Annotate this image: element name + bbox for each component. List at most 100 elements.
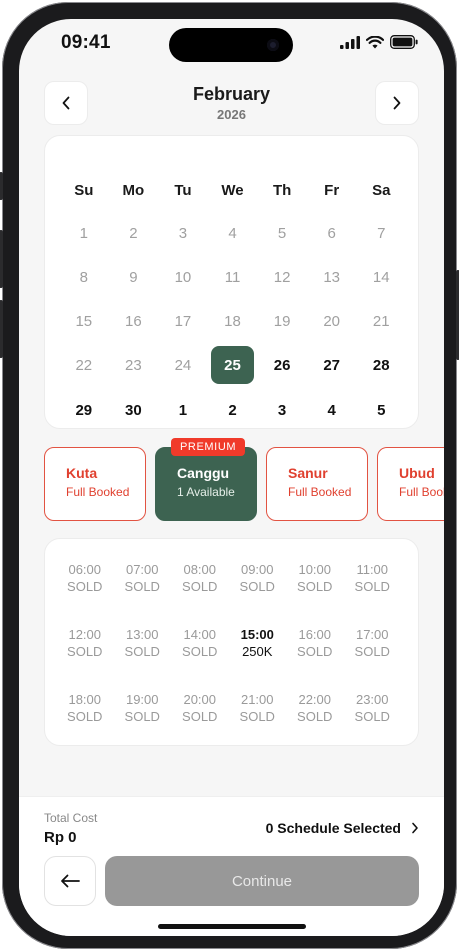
calendar-day[interactable]: 28 (356, 347, 406, 383)
next-month-button[interactable] (375, 81, 419, 125)
slot-status: SOLD (67, 644, 103, 659)
slot-status: SOLD (182, 579, 218, 594)
calendar-day[interactable]: 3 (257, 392, 307, 428)
time-slot[interactable]: 07:00 SOLD (114, 561, 172, 601)
calendar-day[interactable]: 20 (307, 303, 357, 339)
location-status: Full Booked (66, 485, 130, 499)
calendar-day[interactable]: 21 (356, 303, 406, 339)
slot-time: 09:00 (240, 562, 274, 577)
premium-badge: PREMIUM (171, 438, 246, 456)
slot-time: 16:00 (298, 627, 332, 642)
location-option-ubud[interactable]: Ubud Full Booked (377, 447, 444, 521)
calendar-day[interactable]: 1 (59, 215, 109, 251)
location-status: Full Booked (399, 485, 444, 499)
slot-status: SOLD (297, 644, 333, 659)
selected-calendar-day[interactable]: 25 (211, 346, 255, 384)
calendar-day[interactable]: 14 (356, 259, 406, 295)
time-slot[interactable]: 13:00 SOLD (114, 626, 172, 666)
calendar-day[interactable]: 15 (59, 303, 109, 339)
slot-time: 18:00 (68, 692, 102, 707)
month-header: February 2026 (44, 81, 419, 125)
calendar-day[interactable]: 30 (109, 392, 159, 428)
calendar-week-row: 29 30 1 2 3 4 5 (59, 392, 406, 428)
time-slot-row: 12:00 SOLD 13:00 SOLD 14:00 SOLD 15:00 250K … (56, 626, 409, 666)
total-cost-value: Rp 0 (44, 829, 77, 846)
calendar-day[interactable]: 16 (109, 303, 159, 339)
calendar-day[interactable]: 17 (158, 303, 208, 339)
time-slot[interactable]: 19:00 SOLD (114, 691, 172, 731)
calendar-day[interactable]: 9 (109, 259, 159, 295)
calendar-day[interactable]: 7 (356, 215, 406, 251)
calendar-day[interactable]: 5 (257, 215, 307, 251)
screen: 09:41 February 2026 Su Mo Tu We Th Fr Sa… (19, 19, 444, 936)
status-bar: 09:41 (19, 19, 444, 69)
location-option-kuta[interactable]: Kuta Full Booked (44, 447, 146, 521)
calendar-day[interactable]: 4 (208, 215, 258, 251)
available-time-slot[interactable]: 15:00 250K (229, 626, 287, 666)
location-option-canggu[interactable]: PREMIUM Canggu 1 Available (155, 438, 257, 521)
calendar-day[interactable]: 5 (356, 392, 406, 428)
action-button (0, 172, 3, 200)
slot-time: 23:00 (355, 692, 389, 707)
continue-button[interactable]: Continue (105, 856, 419, 906)
time-slot[interactable]: 22:00 SOLD (286, 691, 344, 731)
month-title: February (192, 84, 271, 104)
location-name: Sanur (288, 465, 328, 481)
calendar-day[interactable]: 13 (307, 259, 357, 295)
chevron-right-icon (393, 96, 401, 110)
calendar-day[interactable]: 18 (208, 303, 258, 339)
location-option-sanur[interactable]: Sanur Full Booked (266, 447, 368, 521)
calendar-day[interactable]: 2 (109, 215, 159, 251)
slot-status: SOLD (124, 644, 160, 659)
calendar-day[interactable]: 12 (257, 259, 307, 295)
slot-status: SOLD (67, 709, 103, 724)
time-slot[interactable]: 23:00 SOLD (344, 691, 402, 731)
month-year: 2026 (217, 107, 246, 122)
weekday-header-row: Su Mo Tu We Th Fr Sa (59, 172, 406, 208)
calendar-day[interactable]: 26 (257, 347, 307, 383)
calendar-day-wrapper: 25 (208, 346, 258, 384)
time-slot[interactable]: 09:00 SOLD (229, 561, 287, 601)
location-status: 1 Available (177, 485, 235, 499)
time-slot[interactable]: 21:00 SOLD (229, 691, 287, 731)
time-slot[interactable]: 14:00 SOLD (171, 626, 229, 666)
calendar-day[interactable]: 29 (59, 392, 109, 428)
slot-status: SOLD (182, 644, 218, 659)
time-slot[interactable]: 16:00 SOLD (286, 626, 344, 666)
volume-down-button (0, 300, 3, 358)
volume-up-button (0, 230, 3, 288)
time-slot[interactable]: 08:00 SOLD (171, 561, 229, 601)
calendar-day[interactable]: 11 (208, 259, 258, 295)
calendar-day[interactable]: 2 (208, 392, 258, 428)
phone-frame: 09:41 February 2026 Su Mo Tu We Th Fr Sa… (0, 2, 459, 949)
calendar-day[interactable]: 6 (307, 215, 357, 251)
slot-status: SOLD (297, 579, 333, 594)
calendar-day[interactable]: 27 (307, 347, 357, 383)
slot-status: SOLD (124, 579, 160, 594)
time-slot[interactable]: 11:00 SOLD (344, 561, 402, 601)
calendar-day[interactable]: 19 (257, 303, 307, 339)
calendar-day[interactable]: 8 (59, 259, 109, 295)
calendar-day[interactable]: 1 (158, 392, 208, 428)
schedule-summary-link[interactable]: 0 Schedule Selected (266, 820, 419, 836)
time-slot[interactable]: 18:00 SOLD (56, 691, 114, 731)
time-slot[interactable]: 06:00 SOLD (56, 561, 114, 601)
time-slot[interactable]: 17:00 SOLD (344, 626, 402, 666)
slot-status: SOLD (354, 709, 390, 724)
dynamic-island (169, 28, 293, 62)
calendar-day[interactable]: 10 (158, 259, 208, 295)
calendar-day[interactable]: 3 (158, 215, 208, 251)
calendar-day[interactable]: 24 (158, 347, 208, 383)
time-slot[interactable]: 12:00 SOLD (56, 626, 114, 666)
calendar-day[interactable]: 22 (59, 347, 109, 383)
calendar-day[interactable]: 23 (109, 347, 159, 383)
weekday-label: Sa (372, 181, 391, 199)
calendar-day[interactable]: 4 (307, 392, 357, 428)
status-icons (340, 35, 418, 49)
slot-time: 13:00 (125, 627, 159, 642)
slot-time: 07:00 (125, 562, 159, 577)
back-button[interactable] (44, 856, 96, 906)
time-slot[interactable]: 10:00 SOLD (286, 561, 344, 601)
wifi-icon (366, 35, 384, 48)
time-slot[interactable]: 20:00 SOLD (171, 691, 229, 731)
